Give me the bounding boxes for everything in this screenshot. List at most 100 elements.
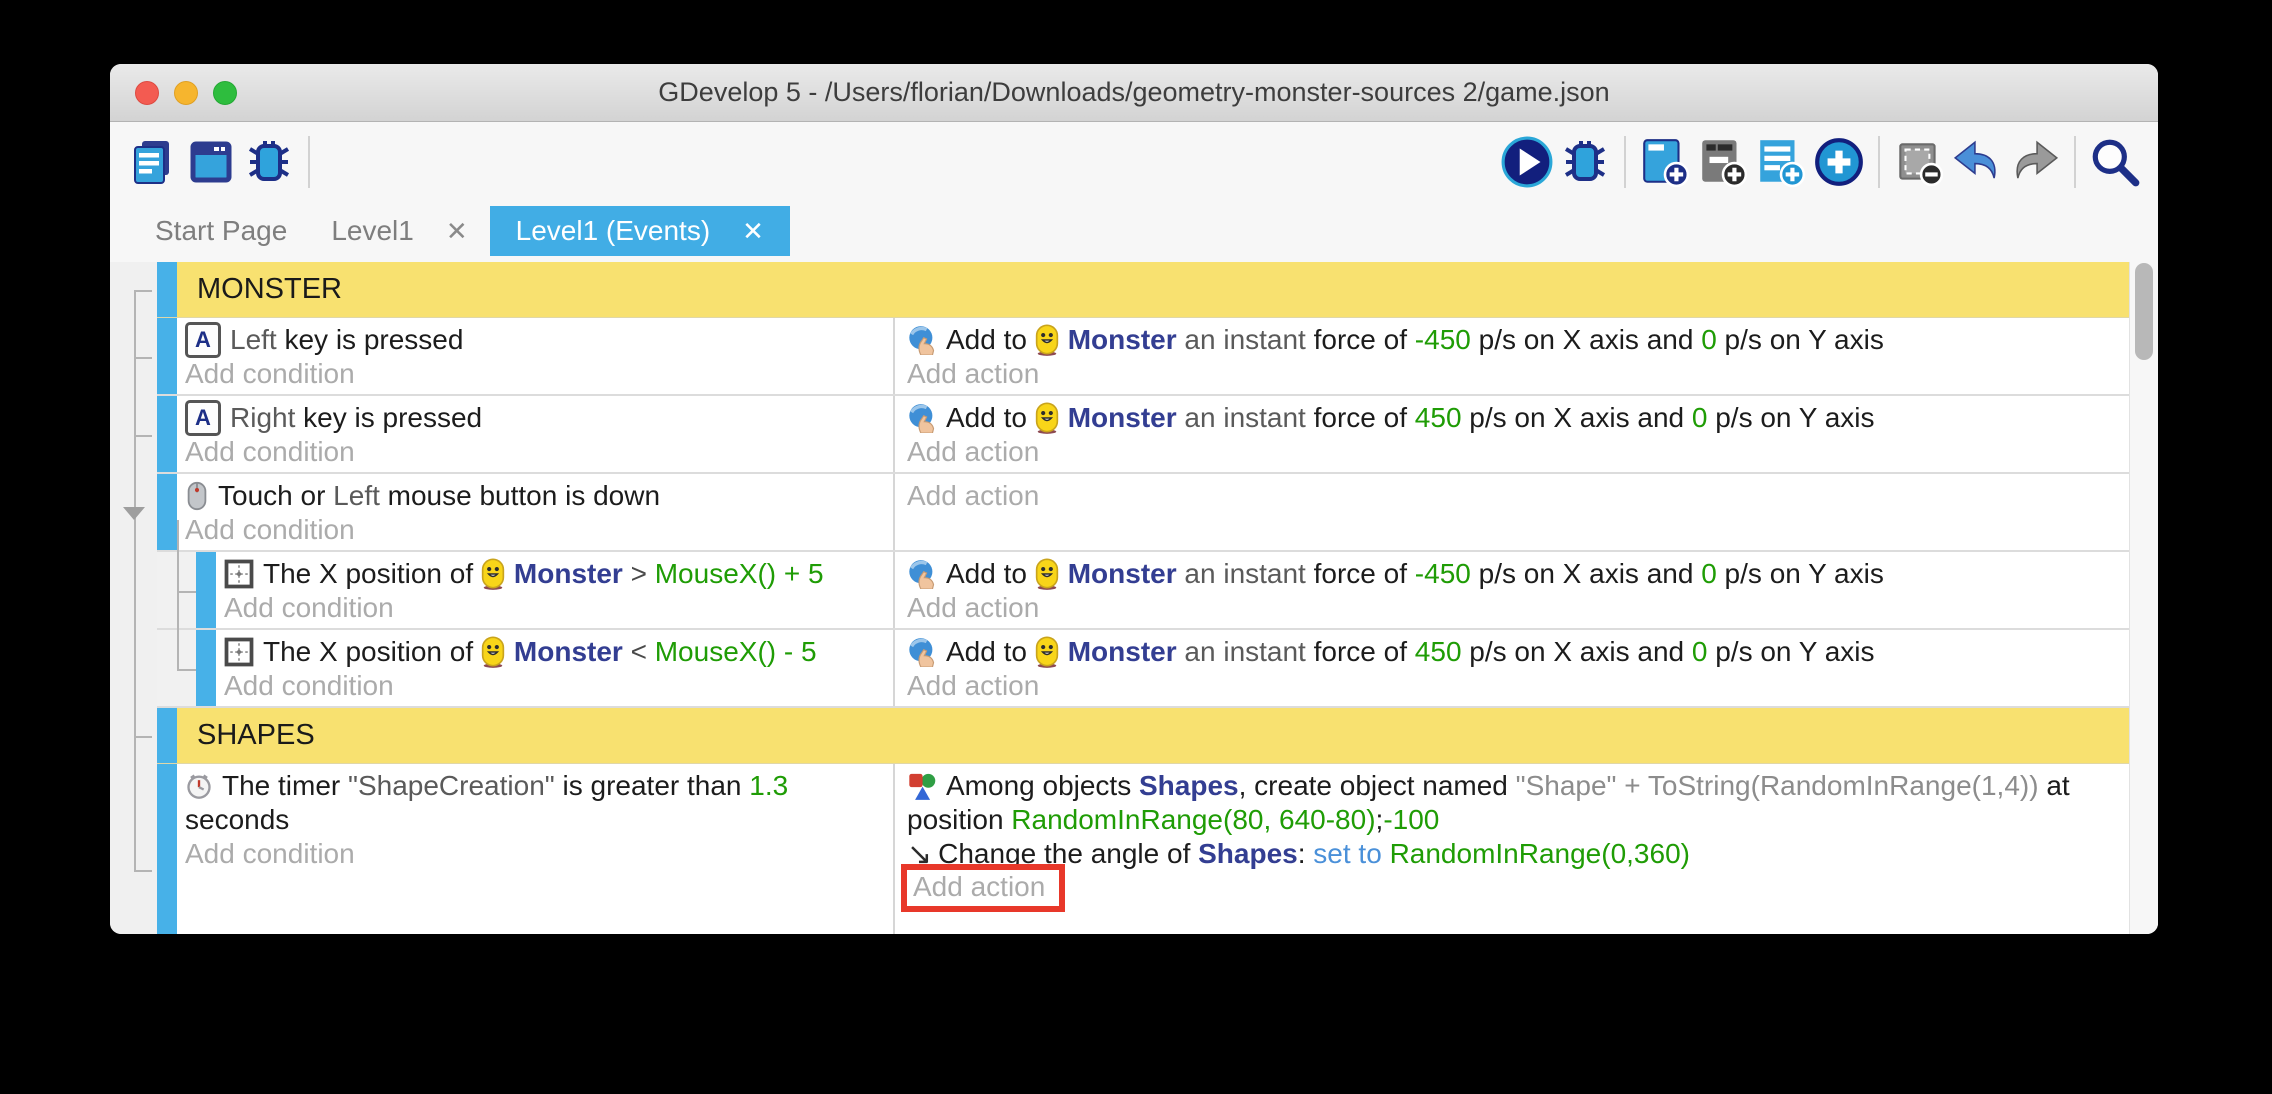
action-sentence[interactable]: Among objects Shapes, create object name… xyxy=(907,769,2130,803)
play-button[interactable] xyxy=(1498,133,1556,191)
action-sentence[interactable]: Add to Monster an instant force of 450 p… xyxy=(907,635,2130,669)
action-sentence[interactable]: position RandomInRange(80, 640-80);-100 xyxy=(907,803,2130,837)
project-manager-button[interactable] xyxy=(124,133,182,191)
action-sentence[interactable]: Add to Monster an instant force of -450 … xyxy=(907,323,2130,357)
condition-sentence[interactable]: Touch or Left mouse button is down xyxy=(185,479,893,513)
scrollbar-thumb[interactable] xyxy=(2135,263,2153,360)
window-title: GDevelop 5 - /Users/florian/Downloads/ge… xyxy=(110,77,2158,108)
condition-column: The X position of Monster > MouseX() + 5… xyxy=(216,552,893,628)
event-row: Touch or Left mouse button is downAdd co… xyxy=(157,474,2130,552)
action-column: Add to Monster an instant force of 450 p… xyxy=(893,396,2130,472)
scrollbar-track[interactable] xyxy=(2129,262,2158,934)
action-column: Add to Monster an instant force of -450 … xyxy=(893,552,2130,628)
action-column: Add to Monster an instant force of 450 p… xyxy=(893,630,2130,706)
group-header[interactable]: SHAPES xyxy=(177,708,2130,763)
add-action-button[interactable]: Add action xyxy=(907,435,2130,469)
monster-icon xyxy=(1035,324,1059,356)
condition-column: ALeft key is pressedAdd condition xyxy=(177,318,893,394)
undo-button[interactable] xyxy=(1948,133,2006,191)
mouse-icon xyxy=(185,480,209,512)
add-subevent-button[interactable] xyxy=(1694,133,1752,191)
tab-level1-events-[interactable]: Level1 (Events)✕ xyxy=(490,206,790,256)
condition-sentence[interactable]: ARight key is pressed xyxy=(185,401,893,435)
action-sentence[interactable]: Add to Monster an instant force of -450 … xyxy=(907,557,2130,591)
event-drag-bar[interactable] xyxy=(157,396,177,472)
tab-label: Start Page xyxy=(155,215,287,247)
event-drag-bar[interactable] xyxy=(157,708,177,763)
tab-close-icon[interactable]: ✕ xyxy=(742,216,764,247)
toolbar-separator xyxy=(1624,136,1626,188)
toolbar-right xyxy=(1498,133,2158,191)
condition-sentence[interactable]: The X position of Monster > MouseX() + 5 xyxy=(224,557,893,591)
add-condition-button[interactable]: Add condition xyxy=(185,513,893,547)
event-row: ALeft key is pressedAdd condition Add to … xyxy=(157,318,2130,396)
events-sheet: MONSTERALeft key is pressedAdd condition… xyxy=(110,262,2158,934)
add-condition-button[interactable]: Add condition xyxy=(185,435,893,469)
search-button[interactable] xyxy=(2086,133,2144,191)
tab-bar: Start PageLevel1✕Level1 (Events)✕ xyxy=(110,204,790,256)
action-column: Add to Monster an instant force of -450 … xyxy=(893,318,2130,394)
condition-sentence[interactable]: seconds xyxy=(185,803,893,837)
add-action-button[interactable]: Add action xyxy=(907,669,2130,703)
debugger-button[interactable] xyxy=(240,133,298,191)
add-event-button[interactable] xyxy=(1636,133,1694,191)
keyboard-icon: A xyxy=(185,322,221,358)
add-action-button[interactable]: Add action xyxy=(907,479,2130,513)
action-column: Among objects Shapes, create object name… xyxy=(893,764,2130,934)
position-icon xyxy=(224,559,254,589)
monster-icon xyxy=(481,636,505,668)
redo-button[interactable] xyxy=(2006,133,2064,191)
tab-close-icon[interactable]: ✕ xyxy=(446,216,468,247)
remove-event-button[interactable] xyxy=(1890,133,1948,191)
condition-sentence[interactable]: The timer "ShapeCreation" is greater tha… xyxy=(185,769,893,803)
event-drag-bar[interactable] xyxy=(196,630,216,706)
event-drag-bar[interactable] xyxy=(157,764,177,934)
hand-icon xyxy=(907,403,937,433)
title-bar: GDevelop 5 - /Users/florian/Downloads/ge… xyxy=(110,64,2158,122)
event-drag-bar[interactable] xyxy=(157,318,177,394)
shapes-icon xyxy=(907,771,937,801)
debug-button[interactable] xyxy=(1556,133,1614,191)
condition-column: The timer "ShapeCreation" is greater tha… xyxy=(177,764,893,934)
event-row: ARight key is pressedAdd condition Add to… xyxy=(157,396,2130,474)
condition-column: The X position of Monster < MouseX() - 5… xyxy=(216,630,893,706)
action-column: Add action xyxy=(893,474,2130,550)
highlight-red-box: Add action xyxy=(901,864,1065,912)
action-sentence[interactable]: Add to Monster an instant force of 450 p… xyxy=(907,401,2130,435)
scene-window-button[interactable] xyxy=(182,133,240,191)
add-condition-button[interactable]: Add condition xyxy=(224,669,893,703)
add-action-button[interactable]: Add action xyxy=(907,357,2130,391)
add-condition-button[interactable]: Add condition xyxy=(185,837,893,871)
tab-start-page[interactable]: Start Page xyxy=(133,206,309,256)
add-condition-button[interactable]: Add condition xyxy=(185,357,893,391)
event-drag-bar[interactable] xyxy=(157,474,177,550)
add-action-button[interactable]: Add action xyxy=(907,591,2130,625)
tab-level1[interactable]: Level1 ✕ xyxy=(309,206,489,256)
toolbar-left xyxy=(110,133,320,191)
tree-guides xyxy=(110,262,157,934)
toolbar-area: Start PageLevel1✕Level1 (Events)✕ xyxy=(110,122,2158,262)
collapse-triangle-icon xyxy=(123,507,145,520)
add-comment-button[interactable] xyxy=(1752,133,1810,191)
monster-icon xyxy=(1035,558,1059,590)
condition-sentence[interactable]: ALeft key is pressed xyxy=(185,323,893,357)
action-sentence[interactable]: ↘Change the angle of Shapes: set to Rand… xyxy=(907,837,2130,871)
monster-icon xyxy=(481,558,505,590)
tab-label: Level1 xyxy=(331,215,414,247)
sub-event-row: The X position of Monster > MouseX() + 5… xyxy=(157,552,2130,630)
toolbar-separator xyxy=(1878,136,1880,188)
event-drag-bar[interactable] xyxy=(157,262,177,317)
condition-sentence[interactable]: The X position of Monster < MouseX() - 5 xyxy=(224,635,893,669)
keyboard-icon: A xyxy=(185,400,221,436)
hand-icon xyxy=(907,637,937,667)
condition-column: Touch or Left mouse button is downAdd co… xyxy=(177,474,893,550)
sub-event-indent xyxy=(157,552,196,628)
sub-event-indent xyxy=(157,630,196,706)
add-circle-button[interactable] xyxy=(1810,133,1868,191)
group-header[interactable]: MONSTER xyxy=(177,262,2130,317)
add-condition-button[interactable]: Add condition xyxy=(224,591,893,625)
event-drag-bar[interactable] xyxy=(196,552,216,628)
hand-icon xyxy=(907,559,937,589)
event-row: The timer "ShapeCreation" is greater tha… xyxy=(157,764,2130,934)
add-action-button[interactable]: Add action xyxy=(907,871,2130,905)
